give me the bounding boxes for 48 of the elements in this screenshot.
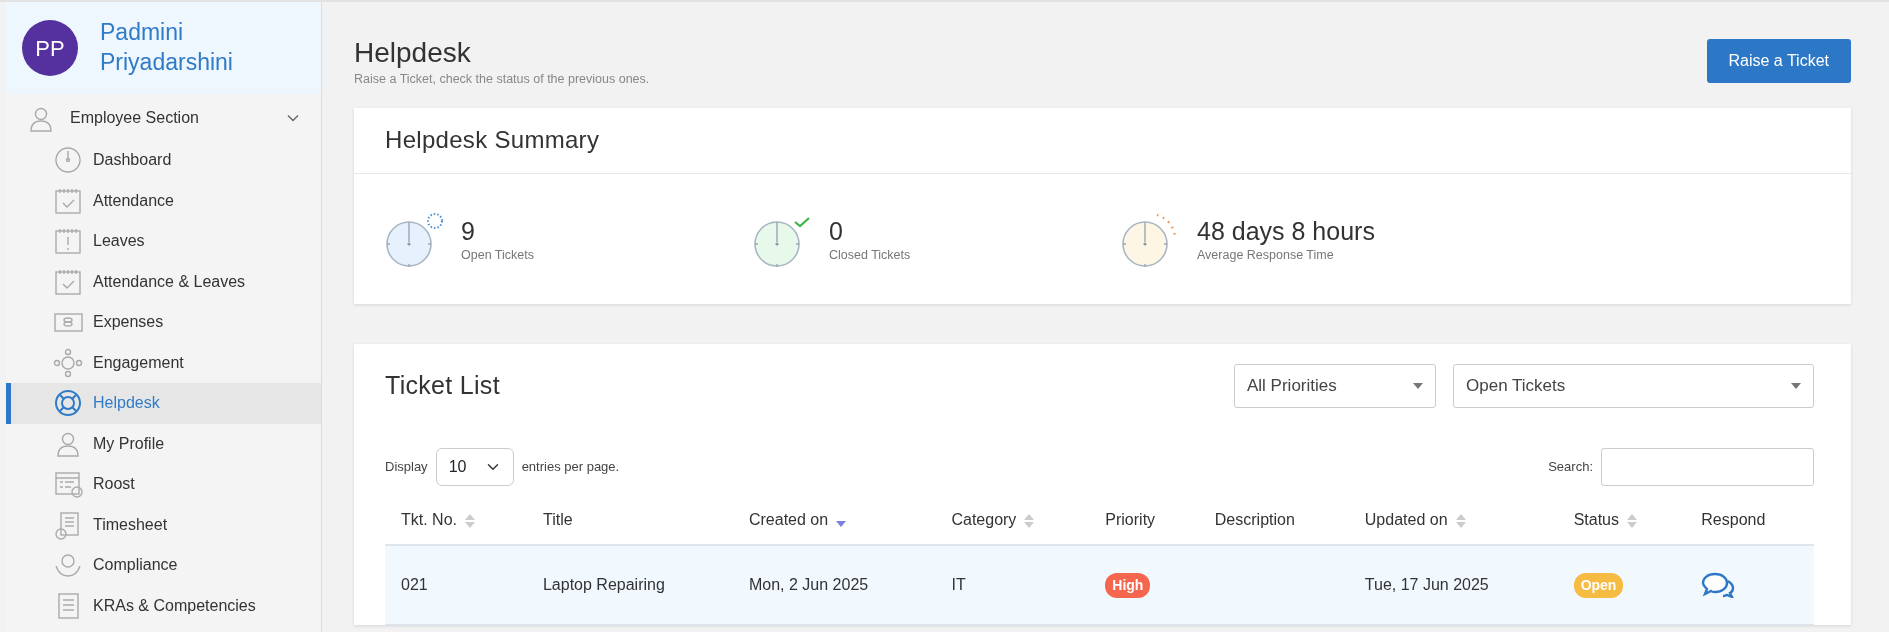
sidebar-item[interactable]: Helpdesk [6, 383, 321, 424]
raise-ticket-button[interactable]: Raise a Ticket [1706, 39, 1851, 83]
dropdown[interactable]: Open Tickets [1453, 364, 1814, 409]
sidebar-item[interactable]: KRAs & Competencies [6, 585, 321, 626]
sidebar-item[interactable]: Expenses [6, 302, 321, 343]
sidebar-item[interactable]: Engagement [6, 342, 321, 383]
card-title: Ticket List [385, 370, 501, 401]
column-header[interactable]: Respond [1701, 511, 1766, 529]
status-label: Open [1573, 572, 1624, 598]
table-cell: Laptop Repairing [542, 576, 665, 594]
user-name: Padmini Priyadarshini [100, 18, 234, 77]
column-header[interactable]: Category [951, 511, 1017, 529]
sidebar-item[interactable]: My Profile [6, 423, 321, 464]
sidebar-item[interactable]: Roost [6, 464, 321, 505]
column-header[interactable]: Created on [749, 511, 829, 529]
section-header[interactable]: Employee Section [6, 96, 321, 140]
table-cell: IT [951, 576, 966, 594]
sidebar-item[interactable]: Dashboard [6, 140, 321, 181]
sidebar-item[interactable]: Attendance & Leaves [6, 261, 321, 302]
table-cell: Mon, 2 Jun 2025 [749, 576, 869, 594]
stat-label: Open Tickets [461, 246, 534, 264]
page-size-select[interactable]: 10 [435, 448, 514, 487]
column-header[interactable]: Tkt. No. [401, 511, 457, 529]
sidebar-item[interactable]: Leaves [6, 221, 321, 262]
table-cell: 021 [401, 576, 428, 594]
stat-value: 48 days 8 hours [1197, 215, 1375, 246]
card-title: Helpdesk Summary [354, 108, 1851, 175]
display-label: Display [385, 458, 428, 477]
entries-label: entries per page. [521, 458, 621, 477]
priority-label: High [1105, 572, 1151, 598]
table-cell: Tue, 17 Jun 2025 [1364, 576, 1489, 594]
sidebar-item[interactable]: Compliance [6, 545, 321, 586]
page-title: Helpdesk [354, 36, 472, 70]
stat-value: 9 [461, 215, 476, 246]
page-subtitle: Raise a Ticket, check the status of the previous ones. [354, 70, 650, 88]
column-header[interactable]: Title [542, 511, 573, 529]
search-label: Search: [1548, 458, 1593, 477]
column-header[interactable]: Priority [1105, 511, 1156, 529]
stat-value: 0 [829, 215, 844, 246]
sidebar-item[interactable]: Attendance [6, 180, 321, 221]
column-header[interactable]: Updated on [1364, 511, 1448, 529]
stat-label: Average Response Time [1197, 246, 1335, 264]
column-header[interactable]: Description [1214, 511, 1295, 529]
stat-label: Closed Tickets [829, 246, 911, 264]
dropdown[interactable]: All Priorities [1234, 364, 1436, 409]
sidebar-item[interactable]: Timesheet [6, 504, 321, 545]
avatar: PP [22, 20, 78, 76]
column-header[interactable]: Status [1573, 511, 1619, 529]
